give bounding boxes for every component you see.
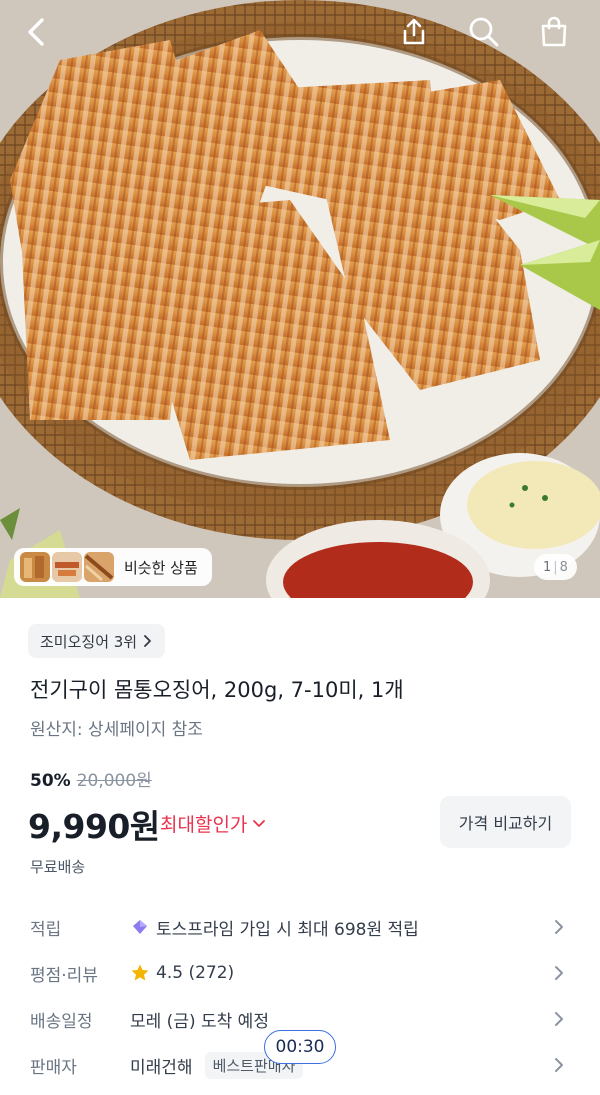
points-value: 토스프라임 가입 시 최대 698원 적립 [156, 919, 419, 940]
image-page-separator: | [553, 559, 558, 575]
product-photo [0, 0, 600, 598]
share-icon [403, 18, 425, 45]
chevron-right-icon [555, 1058, 563, 1072]
image-page-total: 8 [559, 559, 568, 575]
similar-thumbnails [20, 552, 114, 582]
discount-row: 50% 20,000원 [30, 766, 152, 791]
similar-thumbnail [84, 552, 114, 582]
product-image[interactable]: 비슷한 상품 1 | 8 [0, 0, 600, 598]
seller-name: 미래건해 [130, 1057, 193, 1078]
category-rank-chip[interactable]: 조미오징어 3위 [28, 624, 166, 658]
rating-value: 4.5 (272) [156, 963, 235, 983]
shipping-info: 무료배송 [30, 858, 86, 876]
points-row[interactable]: 적립 토스프라임 가입 시 최대 698원 적립 [0, 904, 600, 950]
rating-key: 평점·리뷰 [30, 965, 98, 986]
original-price: 20,000원 [76, 771, 152, 791]
search-button[interactable] [462, 10, 506, 54]
similar-products-label: 비슷한 상품 [124, 558, 198, 577]
chevron-right-icon [555, 920, 563, 934]
top-navigation-bar [0, 0, 600, 64]
discount-rate: 50% [30, 771, 71, 791]
search-icon [469, 17, 499, 47]
delivery-value: 모레 (금) 도착 예정 [130, 1011, 269, 1032]
product-title: 전기구이 몸통오징어, 200g, 7-10미, 1개 [30, 678, 404, 702]
timer-overlay[interactable]: 00:30 [264, 1030, 336, 1064]
back-button[interactable] [14, 10, 58, 54]
chevron-right-icon [144, 635, 152, 647]
delivery-key: 배송일정 [30, 1011, 93, 1032]
prime-gem-icon [133, 920, 147, 934]
image-page-current: 1 [543, 559, 552, 575]
max-discount-toggle[interactable]: 최대할인가 [160, 810, 266, 837]
product-origin: 원산지: 상세페이지 참조 [30, 720, 203, 740]
points-key: 적립 [30, 919, 62, 940]
chevron-down-icon [253, 819, 266, 827]
cart-button[interactable] [532, 10, 576, 54]
shopping-bag-icon [541, 16, 567, 47]
chevron-left-icon [28, 18, 44, 46]
share-button[interactable] [392, 10, 436, 54]
chevron-right-icon [555, 966, 563, 980]
similar-products-button[interactable]: 비슷한 상품 [14, 548, 212, 586]
image-page-indicator: 1 | 8 [534, 554, 577, 580]
similar-thumbnail [20, 552, 50, 582]
max-discount-label: 최대할인가 [160, 814, 248, 836]
category-rank-label: 조미오징어 3위 [40, 632, 138, 651]
rating-value-wrap: 4.5 (272) [130, 963, 234, 983]
sale-price: 9,990원 [28, 807, 160, 846]
similar-thumbnail [52, 552, 82, 582]
star-icon [131, 964, 149, 981]
rating-row[interactable]: 평점·리뷰 4.5 (272) [0, 950, 600, 996]
points-value-wrap: 토스프라임 가입 시 최대 698원 적립 [130, 915, 419, 940]
seller-key: 판매자 [30, 1057, 77, 1078]
compare-price-button[interactable]: 가격 비교하기 [440, 796, 571, 848]
chevron-right-icon [555, 1012, 563, 1026]
